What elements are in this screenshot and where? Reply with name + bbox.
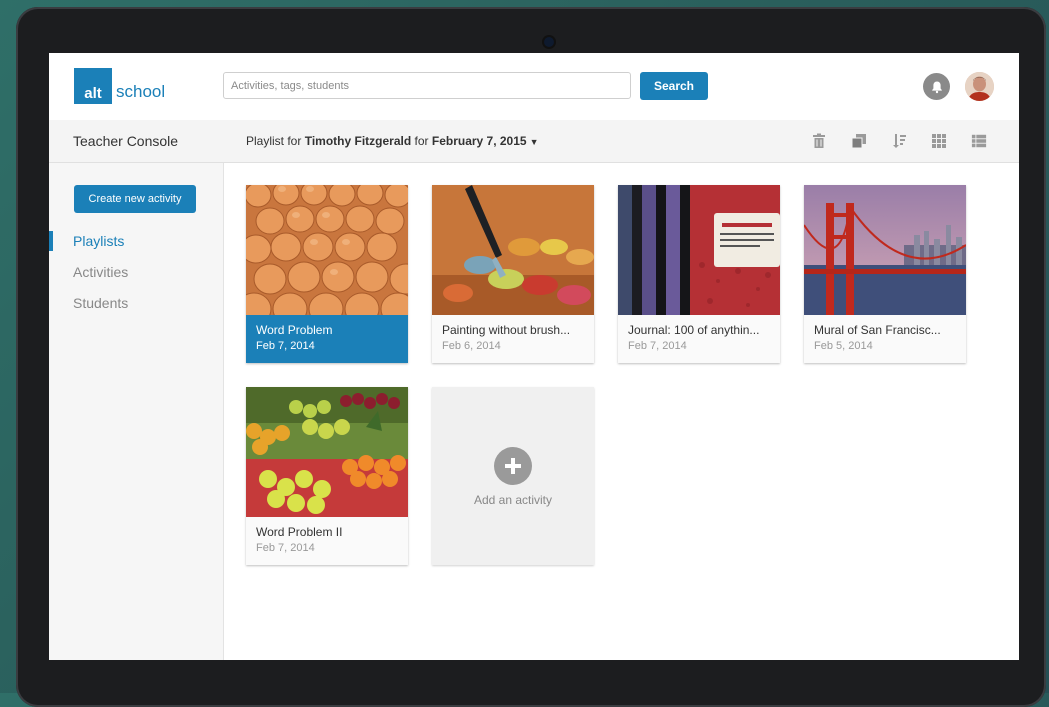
card-date: Feb 7, 2014 <box>256 542 315 554</box>
duplicate-icon[interactable] <box>851 133 867 149</box>
logo-mark: alt <box>74 68 112 104</box>
playlist-date: February 7, 2015 <box>431 134 527 148</box>
grid-view-icon[interactable] <box>931 133 947 149</box>
card-title: Word Problem <box>256 323 333 337</box>
notebooks-thumbnail <box>618 185 780 315</box>
student-name: Timothy Fitzgerald <box>304 134 412 148</box>
user-avatar[interactable] <box>965 72 994 101</box>
golden-gate-thumbnail <box>804 185 966 315</box>
toolbar <box>811 133 1011 149</box>
sort-icon[interactable] <box>891 133 907 149</box>
for-word: for <box>414 134 429 148</box>
sidebar: Create new activity Playlists Activities… <box>49 163 224 660</box>
active-nav-marker <box>49 231 53 251</box>
card-date: Feb 7, 2014 <box>256 340 315 352</box>
altschool-logo[interactable]: alt school <box>74 68 165 104</box>
card-meta: Painting without brush... Feb 6, 2014 <box>432 315 594 363</box>
activity-card[interactable]: Mural of San Francisc... Feb 5, 2014 <box>804 185 966 363</box>
card-meta: Word Problem II Feb 7, 2014 <box>246 517 408 565</box>
activity-card[interactable]: Painting without brush... Feb 6, 2014 <box>432 185 594 363</box>
card-title: Journal: 100 of anythin... <box>628 323 760 337</box>
sidebar-item-activities[interactable]: Activities <box>73 264 128 280</box>
plus-icon <box>494 447 532 485</box>
card-title: Word Problem II <box>256 525 343 539</box>
app-screen: alt school Search Teacher Console Playli… <box>49 53 1019 660</box>
add-activity-label: Add an activity <box>473 493 553 507</box>
card-date: Feb 6, 2014 <box>442 340 501 352</box>
paint-thumbnail <box>432 185 594 315</box>
activity-card[interactable]: Word Problem Feb 7, 2014 <box>246 185 408 363</box>
card-title: Mural of San Francisc... <box>814 323 941 337</box>
sidebar-item-playlists[interactable]: Playlists <box>73 233 124 249</box>
playlist-selector[interactable]: Playlist for Timothy Fitzgerald for Febr… <box>246 134 539 148</box>
activity-card[interactable]: Journal: 100 of anythin... Feb 7, 2014 <box>618 185 780 363</box>
card-title: Painting without brush... <box>442 323 571 337</box>
card-date: Feb 7, 2014 <box>628 340 687 352</box>
playlist-prefix: Playlist for <box>246 134 302 148</box>
add-activity-card[interactable]: Add an activity <box>432 387 594 565</box>
card-date: Feb 5, 2014 <box>814 340 873 352</box>
sidebar-item-students[interactable]: Students <box>73 295 128 311</box>
card-meta: Mural of San Francisc... Feb 5, 2014 <box>804 315 966 363</box>
create-new-activity-button[interactable]: Create new activity <box>74 185 196 213</box>
activity-card[interactable]: Word Problem II Feb 7, 2014 <box>246 387 408 565</box>
console-title: Teacher Console <box>73 133 179 149</box>
logo-text: school <box>116 82 166 101</box>
webcam <box>544 37 554 47</box>
eggs-thumbnail <box>246 185 408 315</box>
bell-icon[interactable] <box>923 73 950 100</box>
sub-header: Teacher Console Playlist for Timothy Fit… <box>49 120 1019 163</box>
search-input[interactable] <box>223 72 631 99</box>
card-meta: Word Problem Feb 7, 2014 <box>246 315 408 363</box>
fruit-thumbnail <box>246 387 408 517</box>
card-meta: Journal: 100 of anythin... Feb 7, 2014 <box>618 315 780 363</box>
caret-down-icon: ▼ <box>529 137 539 147</box>
top-bar: alt school Search <box>49 53 1019 121</box>
list-view-icon[interactable] <box>971 133 987 149</box>
search-button[interactable]: Search <box>640 72 708 100</box>
trash-icon[interactable] <box>811 133 827 149</box>
